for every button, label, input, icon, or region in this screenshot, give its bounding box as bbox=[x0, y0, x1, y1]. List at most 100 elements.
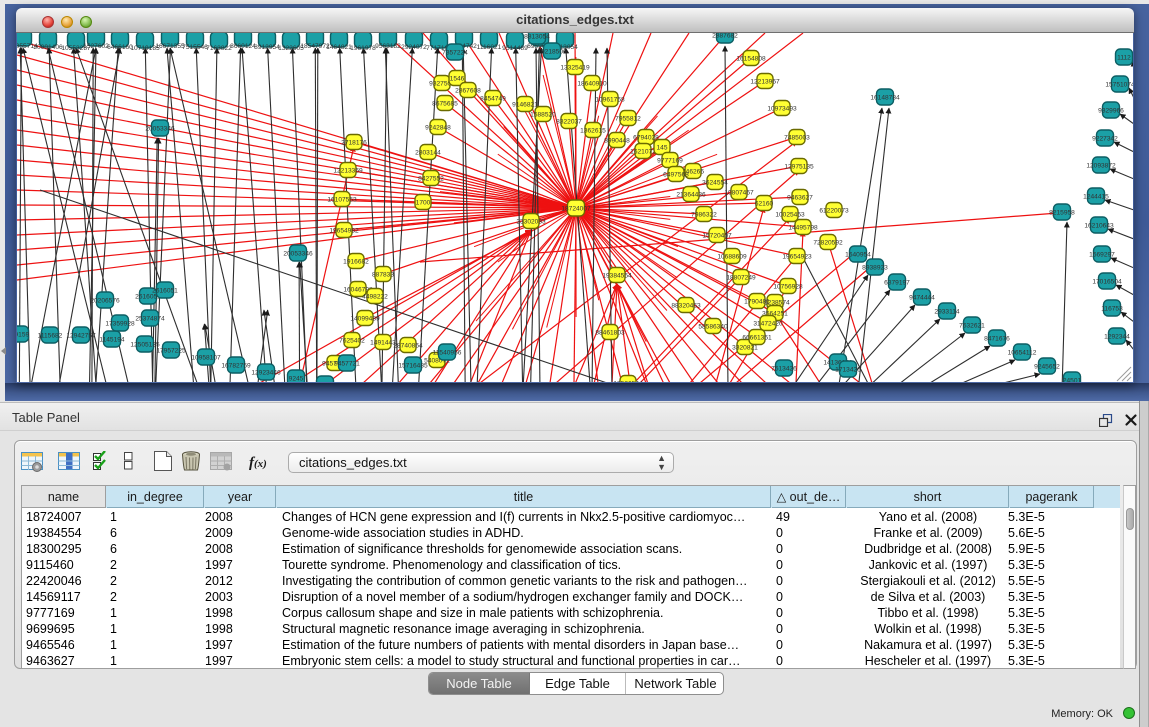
svg-text:20053346: 20053346 bbox=[283, 251, 313, 258]
svg-text:9463627: 9463627 bbox=[787, 195, 813, 202]
svg-text:10807467: 10807467 bbox=[724, 190, 754, 197]
svg-text:2867608: 2867608 bbox=[455, 88, 481, 95]
svg-text:10973493: 10973493 bbox=[767, 106, 797, 113]
svg-text:1292344: 1292344 bbox=[1104, 334, 1130, 341]
svg-text:12213369: 12213369 bbox=[333, 168, 363, 175]
svg-text:8912954: 8912954 bbox=[254, 44, 280, 51]
svg-text:72820592: 72820592 bbox=[813, 240, 843, 247]
svg-text:17359928: 17359928 bbox=[105, 321, 135, 328]
svg-text:15716485: 15716485 bbox=[398, 363, 428, 370]
svg-text:7513426: 7513426 bbox=[771, 366, 797, 373]
svg-text:3320821: 3320821 bbox=[732, 345, 758, 352]
svg-text:88461803: 88461803 bbox=[595, 330, 625, 337]
svg-text:1790481: 1790481 bbox=[744, 299, 770, 306]
svg-text:15751074: 15751074 bbox=[1105, 82, 1133, 89]
svg-text:2924072: 2924072 bbox=[401, 44, 427, 51]
svg-text:19654982: 19654982 bbox=[329, 228, 359, 235]
svg-text:18807249: 18807249 bbox=[726, 275, 756, 282]
svg-text:2887682: 2887682 bbox=[712, 33, 738, 40]
svg-text:43744231: 43744231 bbox=[310, 382, 340, 383]
svg-text:1362615: 1362615 bbox=[580, 128, 606, 135]
svg-text:12093872: 12093872 bbox=[1086, 163, 1116, 170]
svg-text:1916682: 1916682 bbox=[343, 259, 369, 266]
svg-text:12942757: 12942757 bbox=[66, 333, 96, 340]
svg-text:9227342: 9227342 bbox=[1092, 136, 1118, 143]
svg-text:9242848: 9242848 bbox=[425, 125, 451, 132]
svg-text:14495798: 14495798 bbox=[788, 225, 818, 232]
svg-text:6497568: 6497568 bbox=[663, 172, 689, 179]
svg-text:12213967: 12213967 bbox=[750, 79, 780, 86]
svg-text:8322037: 8322037 bbox=[556, 119, 582, 126]
svg-text:8675685: 8675685 bbox=[432, 101, 458, 108]
svg-text:10688609: 10688609 bbox=[717, 254, 747, 261]
svg-text:31472420: 31472420 bbox=[753, 321, 783, 328]
svg-text:9777169: 9777169 bbox=[657, 158, 683, 165]
svg-text:1961978: 1961978 bbox=[350, 45, 376, 52]
svg-text:7485003: 7485003 bbox=[784, 135, 810, 142]
svg-text:20053346: 20053346 bbox=[145, 126, 175, 133]
svg-text:1700: 1700 bbox=[416, 200, 431, 207]
svg-text:1244415: 1244415 bbox=[1083, 194, 1109, 201]
svg-text:10654112: 10654112 bbox=[1008, 350, 1037, 357]
svg-text:116753: 116753 bbox=[1101, 306, 1123, 313]
svg-text:8215958: 8215958 bbox=[1049, 210, 1075, 217]
svg-text:28740864: 28740864 bbox=[393, 343, 423, 350]
svg-text:61220073: 61220073 bbox=[819, 208, 849, 215]
svg-text:1491443: 1491443 bbox=[370, 340, 396, 347]
svg-text:1621072: 1621072 bbox=[630, 149, 656, 156]
svg-text:17016504: 17016504 bbox=[1092, 279, 1122, 286]
svg-text:1713426: 1713426 bbox=[835, 367, 861, 374]
svg-text:1112: 1112 bbox=[1117, 55, 1131, 62]
svg-text:66661351: 66661351 bbox=[742, 335, 772, 342]
svg-text:19654923: 19654923 bbox=[782, 254, 812, 261]
svg-text:8813054: 8813054 bbox=[524, 34, 550, 41]
svg-text:1115682: 1115682 bbox=[38, 333, 63, 340]
svg-text:9563182: 9563182 bbox=[375, 43, 401, 50]
svg-text:145: 145 bbox=[656, 145, 667, 152]
svg-text:23302033: 23302033 bbox=[516, 219, 546, 226]
svg-text:10025453: 10025453 bbox=[775, 212, 805, 219]
svg-text:20091406: 20091406 bbox=[33, 44, 63, 51]
svg-text:62160: 62160 bbox=[755, 201, 774, 208]
svg-text:1588520: 1588520 bbox=[530, 112, 556, 119]
svg-text:14099489: 14099489 bbox=[350, 316, 380, 323]
svg-text:12923446: 12923446 bbox=[251, 370, 281, 377]
svg-text:1640954: 1640954 bbox=[845, 252, 871, 259]
svg-text:18526544: 18526544 bbox=[613, 381, 643, 383]
svg-text:10958107: 10958107 bbox=[191, 355, 221, 362]
svg-text:9245: 9245 bbox=[289, 376, 304, 383]
svg-text:24501: 24501 bbox=[1063, 378, 1082, 383]
svg-text:1527602: 1527602 bbox=[83, 43, 109, 50]
svg-text:17957225: 17957225 bbox=[156, 348, 186, 355]
svg-text:6466160: 6466160 bbox=[107, 44, 133, 51]
svg-text:18724007: 18724007 bbox=[561, 206, 591, 213]
svg-text:7955812: 7955812 bbox=[615, 116, 641, 123]
svg-text:25374874: 25374874 bbox=[135, 316, 165, 323]
svg-text:10961758: 10961758 bbox=[595, 97, 625, 104]
svg-text:13325419: 13325419 bbox=[560, 65, 590, 72]
svg-text:20206576: 20206576 bbox=[90, 298, 120, 305]
svg-text:7632621: 7632621 bbox=[959, 323, 985, 330]
svg-text:1116021: 1116021 bbox=[477, 44, 502, 51]
svg-text:8471676: 8471676 bbox=[984, 336, 1010, 343]
svg-text:16671355: 16671355 bbox=[155, 43, 185, 50]
svg-text:16107553: 16107553 bbox=[327, 197, 357, 204]
svg-text:1569297: 1569297 bbox=[1089, 252, 1115, 259]
svg-text:1546: 1546 bbox=[450, 76, 465, 83]
svg-text:1464821: 1464821 bbox=[326, 44, 352, 51]
svg-text:8938923: 8938923 bbox=[862, 265, 888, 272]
svg-text:2616051: 2616051 bbox=[152, 288, 178, 295]
svg-text:4498222: 4498222 bbox=[362, 294, 388, 301]
svg-text:8990448: 8990448 bbox=[604, 138, 630, 145]
svg-text:16210643: 16210643 bbox=[1084, 223, 1114, 230]
svg-text:1145194: 1145194 bbox=[99, 337, 125, 344]
svg-text:11540956: 11540956 bbox=[433, 350, 462, 357]
svg-text:16782759: 16782759 bbox=[221, 363, 251, 370]
svg-text:2933114: 2933114 bbox=[934, 309, 960, 316]
svg-text:9474444: 9474444 bbox=[909, 295, 935, 302]
svg-text:12975135: 12975135 bbox=[784, 164, 814, 171]
svg-text:19218506: 19218506 bbox=[537, 49, 567, 56]
svg-text:2718176: 2718176 bbox=[341, 140, 367, 147]
svg-text:8660124: 8660124 bbox=[230, 43, 256, 50]
svg-text:3624554: 3624554 bbox=[702, 180, 728, 187]
